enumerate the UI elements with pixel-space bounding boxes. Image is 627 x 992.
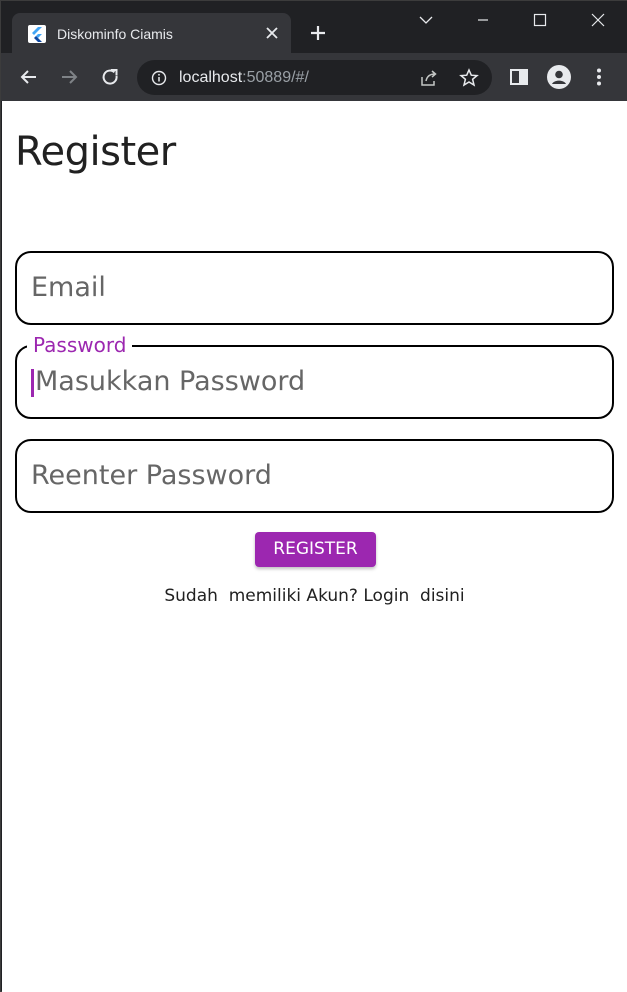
- back-arrow-icon[interactable]: [17, 65, 41, 89]
- tab-active[interactable]: Diskominfo Ciamis: [12, 13, 291, 54]
- password-field[interactable]: Password Masukkan Password: [15, 334, 614, 419]
- page-viewport: Register Email Password Masukkan Passwor…: [2, 101, 627, 992]
- window-close-icon[interactable]: [583, 7, 613, 33]
- password-placeholder: Masukkan Password: [35, 366, 306, 397]
- star-icon[interactable]: [459, 68, 479, 88]
- login-link[interactable]: Login disini: [363, 586, 464, 606]
- email-field[interactable]: Email: [15, 251, 614, 325]
- plus-icon[interactable]: [306, 21, 330, 45]
- reenter-password-placeholder: Reenter Password: [31, 460, 272, 491]
- maximize-icon[interactable]: [525, 7, 555, 33]
- more-icon[interactable]: [587, 65, 611, 89]
- text-caret: [31, 369, 34, 397]
- url-text: localhost:50889/#/: [179, 68, 309, 88]
- toolbar: localhost:50889/#/: [1, 53, 627, 101]
- browser-window: Diskominfo Ciamis localhost:50889/#/ Reg…: [0, 0, 627, 992]
- login-prompt-line: Sudah memiliki Akun? Login disini: [2, 585, 627, 607]
- chevron-down-icon[interactable]: [411, 7, 441, 33]
- side-panel-icon[interactable]: [507, 65, 531, 89]
- info-icon[interactable]: [151, 70, 167, 86]
- address-bar[interactable]: localhost:50889/#/: [137, 60, 492, 95]
- flutter-icon: [28, 25, 46, 43]
- password-label: Password: [27, 334, 133, 356]
- page-title: Register: [15, 129, 176, 175]
- tab-title: Diskominfo Ciamis: [57, 26, 173, 42]
- forward-arrow-icon[interactable]: [57, 65, 81, 89]
- profile-icon[interactable]: [547, 65, 571, 89]
- url-path: :50889/#/: [242, 69, 309, 86]
- email-placeholder: Email: [31, 272, 106, 303]
- tab-strip: Diskominfo Ciamis: [1, 1, 627, 54]
- reload-icon[interactable]: [98, 65, 122, 89]
- url-host: localhost: [179, 69, 243, 86]
- register-button[interactable]: REGISTER: [255, 532, 376, 567]
- minimize-icon[interactable]: [468, 7, 498, 33]
- share-icon[interactable]: [419, 68, 439, 88]
- close-icon[interactable]: [262, 23, 282, 43]
- login-prompt-text: Sudah memiliki Akun?: [164, 586, 364, 606]
- reenter-password-field[interactable]: Reenter Password: [15, 439, 614, 513]
